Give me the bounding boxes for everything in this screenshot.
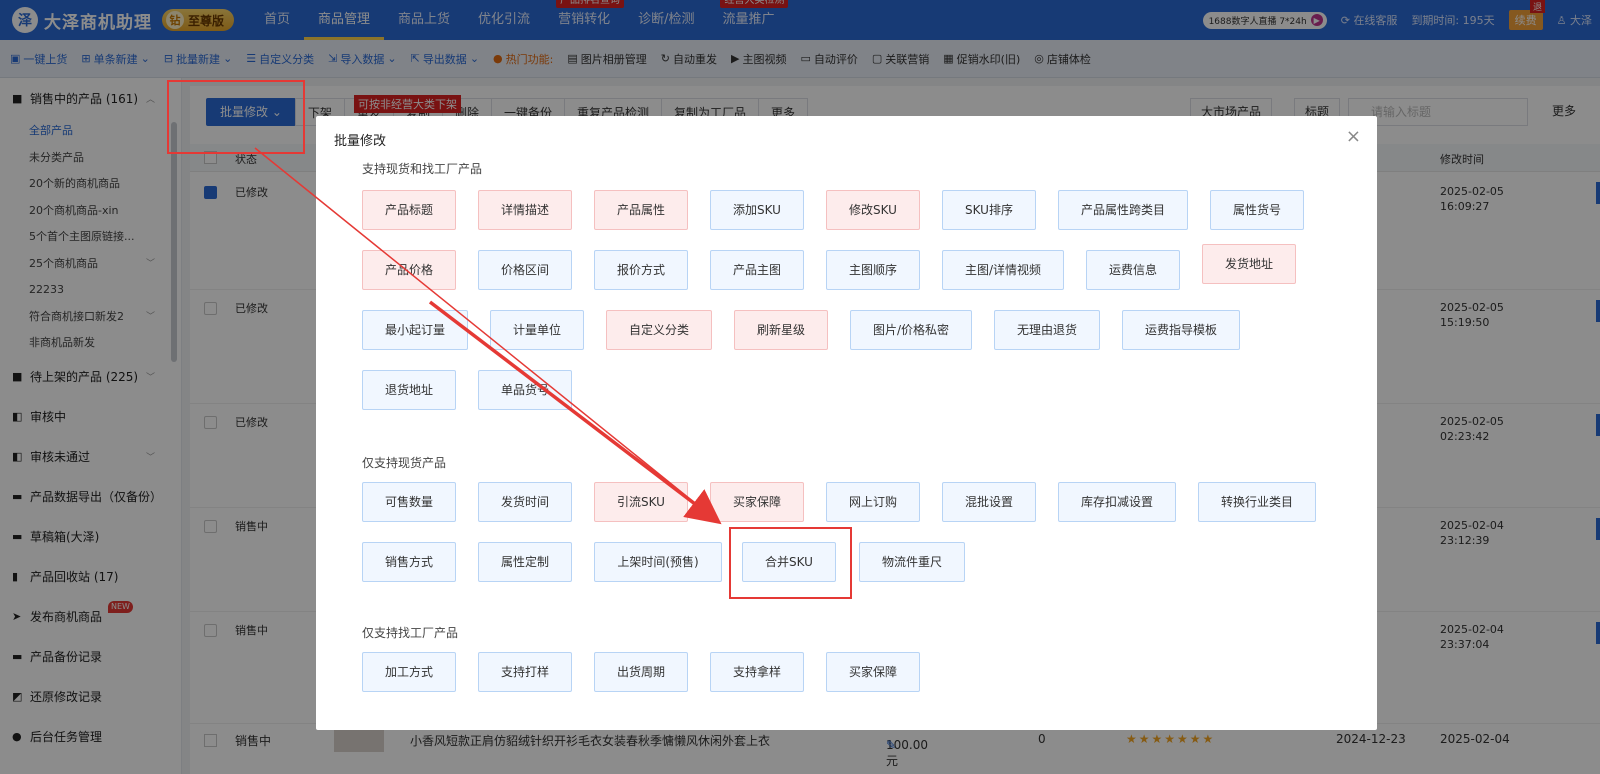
- option-mixed-batch[interactable]: 混批设置: [942, 482, 1036, 522]
- option-traffic-sku[interactable]: 引流SKU: [594, 482, 688, 522]
- highlight-box: [729, 527, 852, 599]
- option-min-order[interactable]: 最小起订量: [362, 310, 468, 350]
- option-image-order[interactable]: 主图顺序: [826, 250, 920, 290]
- option-unit[interactable]: 计量单位: [490, 310, 584, 350]
- option-no-reason-return[interactable]: 无理由退货: [994, 310, 1100, 350]
- option-refresh-star[interactable]: 刷新星级: [734, 310, 828, 350]
- highlight-box: [167, 80, 305, 154]
- option-presale-time[interactable]: 上架时间(预售): [594, 542, 722, 582]
- option-attr-cross-category[interactable]: 产品属性跨类目: [1058, 190, 1188, 230]
- option-shipping-template[interactable]: 运费指导模板: [1122, 310, 1240, 350]
- option-edit-sku[interactable]: 修改SKU: [826, 190, 920, 230]
- batch-edit-modal: 批量修改 × 支持现货和找工厂产品 产品标题 详情描述 产品属性 添加SKU 修…: [316, 116, 1377, 730]
- option-online-order[interactable]: 网上订购: [826, 482, 920, 522]
- option-main-image[interactable]: 产品主图: [710, 250, 804, 290]
- option-add-sku[interactable]: 添加SKU: [710, 190, 804, 230]
- option-product-price[interactable]: 产品价格: [362, 250, 456, 290]
- option-take-sample[interactable]: 支持拿样: [710, 652, 804, 692]
- option-product-title[interactable]: 产品标题: [362, 190, 456, 230]
- modal-title: 批量修改: [334, 134, 387, 149]
- option-shipping-info[interactable]: 运费信息: [1086, 250, 1180, 290]
- option-private-image-price[interactable]: 图片/价格私密: [850, 310, 972, 350]
- option-support-sample[interactable]: 支持打样: [478, 652, 572, 692]
- section-title: 支持现货和找工厂产品: [362, 162, 483, 176]
- option-stock-deduction[interactable]: 库存扣减设置: [1058, 482, 1176, 522]
- close-icon[interactable]: ×: [1346, 126, 1361, 147]
- option-main-video[interactable]: 主图/详情视频: [942, 250, 1064, 290]
- option-buyer-protection[interactable]: 买家保障: [710, 482, 804, 522]
- option-attr-custom[interactable]: 属性定制: [478, 542, 572, 582]
- option-ship-time[interactable]: 发货时间: [478, 482, 572, 522]
- option-processing[interactable]: 加工方式: [362, 652, 456, 692]
- option-factory-buyer-protection[interactable]: 买家保障: [826, 652, 920, 692]
- option-product-attr[interactable]: 产品属性: [594, 190, 688, 230]
- section-title: 仅支持现货产品: [362, 456, 447, 470]
- option-convert-category[interactable]: 转换行业类目: [1198, 482, 1316, 522]
- option-sku-sort[interactable]: SKU排序: [942, 190, 1036, 230]
- option-quote-method[interactable]: 报价方式: [594, 250, 688, 290]
- section-title: 仅支持找工厂产品: [362, 626, 459, 640]
- option-price-range[interactable]: 价格区间: [478, 250, 572, 290]
- option-return-address[interactable]: 退货地址: [362, 370, 456, 410]
- option-ship-address[interactable]: 发货地址: [1202, 244, 1296, 284]
- option-logistics-weight[interactable]: 物流件重尺: [859, 542, 965, 582]
- option-custom-category[interactable]: 自定义分类: [606, 310, 712, 350]
- option-stock-qty[interactable]: 可售数量: [362, 482, 456, 522]
- option-detail-desc[interactable]: 详情描述: [478, 190, 572, 230]
- option-item-no[interactable]: 单品货号: [478, 370, 572, 410]
- option-sale-method[interactable]: 销售方式: [362, 542, 456, 582]
- option-attr-item-no[interactable]: 属性货号: [1210, 190, 1304, 230]
- option-ship-cycle[interactable]: 出货周期: [594, 652, 688, 692]
